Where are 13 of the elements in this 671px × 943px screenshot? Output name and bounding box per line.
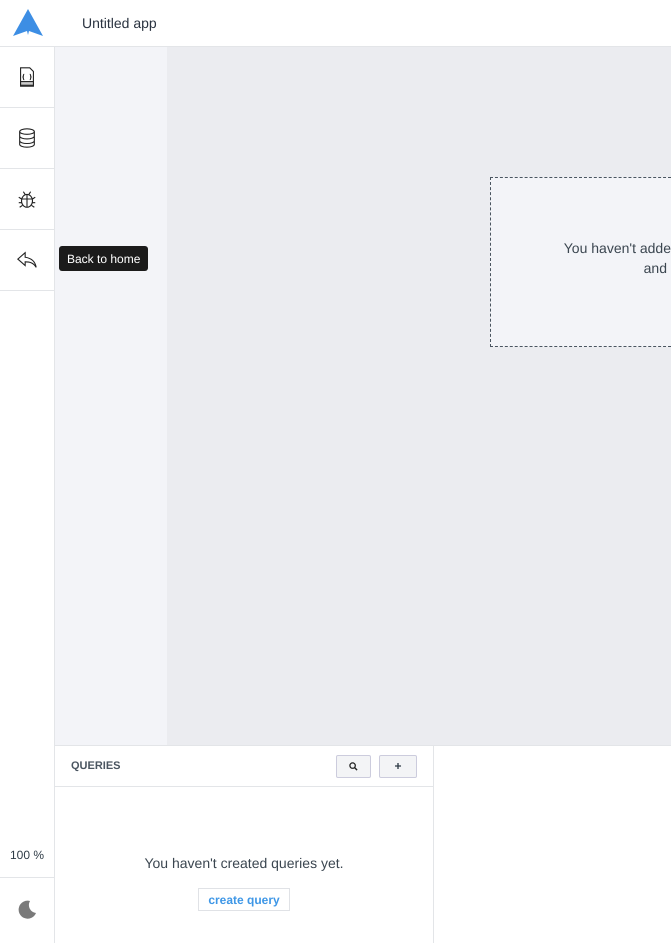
moon-icon (17, 900, 37, 920)
queries-title: QUERIES (71, 758, 122, 774)
zoom-level: 100 % (0, 833, 54, 878)
empty-queries-text: You haven't created queries yet. (144, 854, 344, 873)
app-name: Untitled app (82, 14, 157, 33)
empty-canvas-text: and (644, 259, 667, 278)
search-button[interactable] (336, 754, 371, 778)
add-query-button[interactable]: + (379, 754, 417, 778)
logo-icon (12, 9, 42, 37)
tooltip: Back to home (59, 246, 148, 271)
database-icon (16, 127, 38, 149)
empty-canvas-text: You haven't adde (564, 239, 671, 258)
search-icon (349, 762, 358, 770)
